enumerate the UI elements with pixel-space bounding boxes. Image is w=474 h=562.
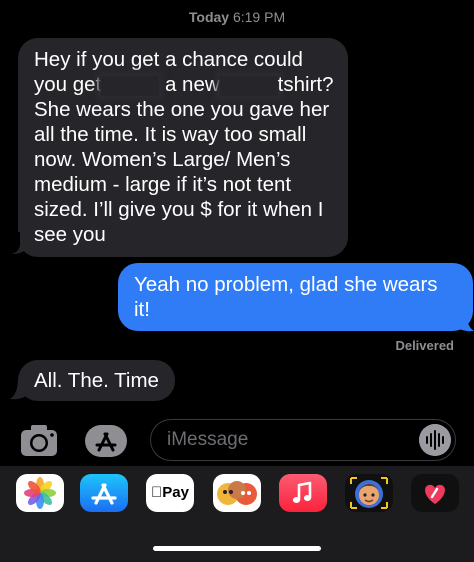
message-line: now. Women’s Large/ Men’s bbox=[34, 148, 291, 171]
apple-logo-icon:  bbox=[151, 484, 162, 501]
message-line: all the time. It is way too small bbox=[34, 123, 307, 146]
message-input[interactable] bbox=[167, 429, 407, 451]
memoji-stickers-icon[interactable] bbox=[213, 474, 261, 512]
delivered-status: Delivered bbox=[395, 338, 454, 353]
message-bubble-sent[interactable]: Yeah no problem, glad she wears it! bbox=[118, 263, 473, 331]
message-line: Hey if you get a chance could bbox=[34, 48, 303, 71]
message-text: Yeah no problem, glad she wears it! bbox=[134, 273, 438, 321]
app-store-icon[interactable] bbox=[82, 421, 130, 461]
message-line: sized. I’ll give you $ for it when I bbox=[34, 198, 324, 221]
redacted-text bbox=[219, 75, 278, 96]
memoji-icon[interactable] bbox=[345, 474, 393, 512]
message-line: you get a new tshirt? bbox=[34, 73, 334, 96]
home-indicator[interactable] bbox=[153, 546, 321, 551]
waveform-icon[interactable] bbox=[419, 424, 451, 456]
message-input-field[interactable] bbox=[150, 419, 456, 461]
camera-icon[interactable] bbox=[17, 422, 61, 460]
message-line: She wears the one you gave her bbox=[34, 98, 330, 121]
redacted-text bbox=[101, 75, 160, 96]
message-bubble-received[interactable]: Hey if you get a chance could you get a … bbox=[18, 38, 348, 257]
message-bubble-received[interactable]: All. The. Time bbox=[18, 360, 175, 401]
heart-icon[interactable] bbox=[411, 474, 459, 512]
app-store-icon[interactable] bbox=[80, 474, 128, 512]
apple-pay-label: Pay bbox=[156, 484, 189, 501]
apple-pay-icon[interactable]: Pay bbox=[146, 474, 194, 512]
photos-icon[interactable] bbox=[16, 474, 64, 512]
bubble-tail bbox=[458, 310, 474, 332]
message-text: All. The. Time bbox=[34, 369, 159, 392]
timestamp-time: 6:19 PM bbox=[232, 9, 286, 25]
composer-bar bbox=[0, 416, 474, 466]
message-line: see you bbox=[34, 223, 106, 246]
conversation-timestamp: Today 6:19 PM bbox=[0, 9, 474, 25]
message-line: medium - large if it’s not tent bbox=[34, 173, 292, 196]
timestamp-day: Today bbox=[188, 9, 230, 25]
bubble-tail bbox=[10, 378, 26, 400]
music-note-icon[interactable] bbox=[279, 474, 327, 512]
